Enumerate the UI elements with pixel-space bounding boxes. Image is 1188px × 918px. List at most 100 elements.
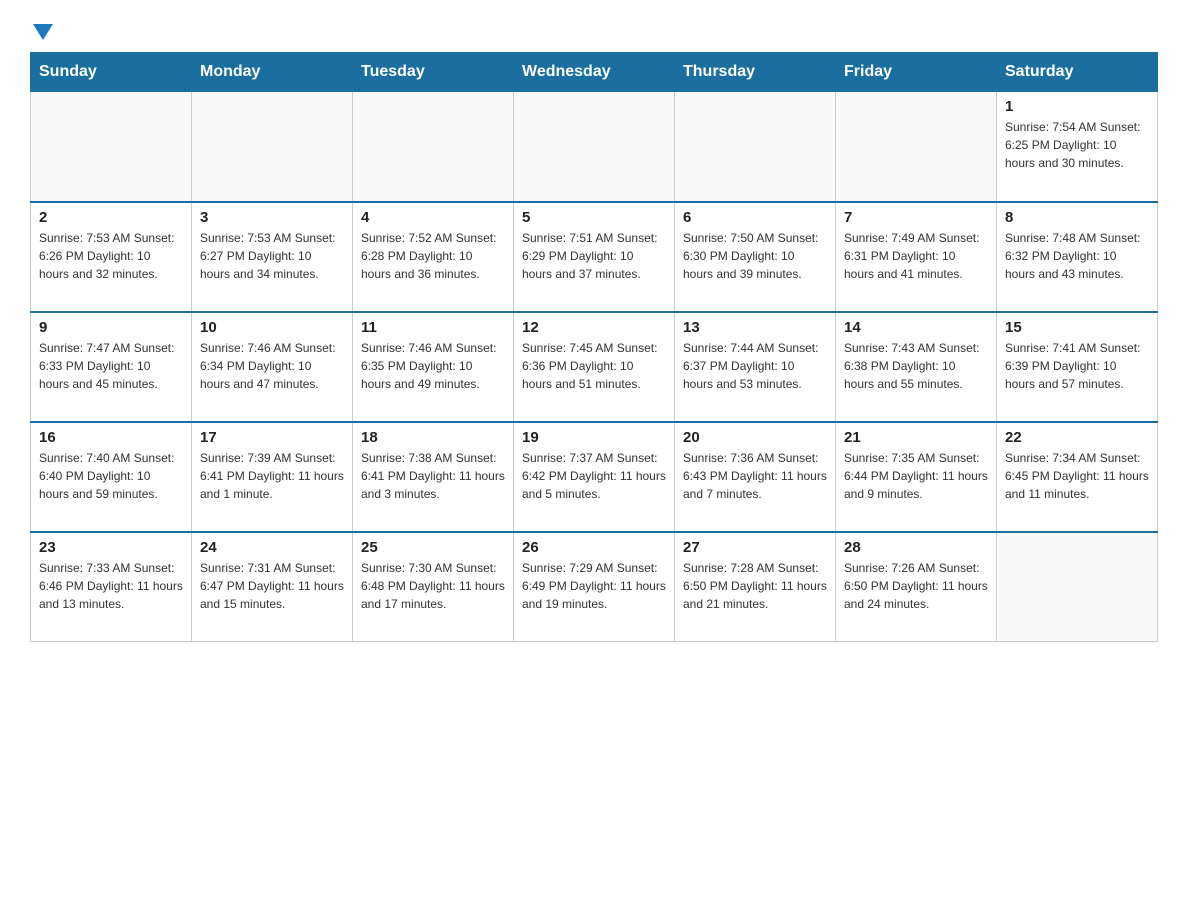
day-number: 16: [39, 429, 183, 446]
day-number: 5: [522, 209, 666, 226]
logo-general-text: [30, 20, 53, 40]
calendar-cell: 13Sunrise: 7:44 AM Sunset: 6:37 PM Dayli…: [675, 312, 836, 422]
day-info: Sunrise: 7:29 AM Sunset: 6:49 PM Dayligh…: [522, 559, 666, 613]
day-number: 23: [39, 539, 183, 556]
calendar-cell: [192, 92, 353, 202]
day-number: 20: [683, 429, 827, 446]
day-info: Sunrise: 7:49 AM Sunset: 6:31 PM Dayligh…: [844, 229, 988, 283]
calendar-cell: [31, 92, 192, 202]
day-info: Sunrise: 7:44 AM Sunset: 6:37 PM Dayligh…: [683, 339, 827, 393]
calendar-cell: 15 Sunrise: 7:41 AM Sunset: 6:39 PM Dayli…: [997, 312, 1158, 422]
calendar-cell: 9 Sunrise: 7:47 AM Sunset: 6:33 PM Daylig…: [31, 312, 192, 422]
day-number: 22: [1005, 429, 1149, 446]
weekday-header-friday: Friday: [836, 53, 997, 92]
day-info: Sunrise: 7:37 AM Sunset: 6:42 PM Dayligh…: [522, 449, 666, 503]
weekday-header-monday: Monday: [192, 53, 353, 92]
day-number: 28: [844, 539, 988, 556]
day-number: 15: [1005, 319, 1149, 336]
day-number: 8: [1005, 209, 1149, 226]
day-info: Sunrise: 7:35 AM Sunset: 6:44 PM Dayligh…: [844, 449, 988, 503]
day-info: Sunrise: 7:36 AM Sunset: 6:43 PM Dayligh…: [683, 449, 827, 503]
weekday-header-thursday: Thursday: [675, 53, 836, 92]
day-info: Sunrise: 7:31 AM Sunset: 6:47 PM Dayligh…: [200, 559, 344, 613]
week-row-3: 9 Sunrise: 7:47 AM Sunset: 6:33 PM Daylig…: [31, 312, 1158, 422]
calendar-cell: [675, 92, 836, 202]
calendar-cell: 26Sunrise: 7:29 AM Sunset: 6:49 PM Dayli…: [514, 532, 675, 642]
logo-arrow-icon: [33, 24, 53, 40]
calendar-cell: 4 Sunrise: 7:52 AM Sunset: 6:28 PM Daylig…: [353, 202, 514, 312]
day-number: 18: [361, 429, 505, 446]
calendar-cell: 21 Sunrise: 7:35 AM Sunset: 6:44 PM Dayli…: [836, 422, 997, 532]
day-number: 25: [361, 539, 505, 556]
calendar-cell: 2 Sunrise: 7:53 AM Sunset: 6:26 PM Daylig…: [31, 202, 192, 312]
calendar-cell: 16 Sunrise: 7:40 AM Sunset: 6:40 PM Dayli…: [31, 422, 192, 532]
day-info: Sunrise: 7:43 AM Sunset: 6:38 PM Dayligh…: [844, 339, 988, 393]
day-number: 19: [522, 429, 666, 446]
calendar-cell: 17 Sunrise: 7:39 AM Sunset: 6:41 PM Dayli…: [192, 422, 353, 532]
day-info: Sunrise: 7:53 AM Sunset: 6:26 PM Dayligh…: [39, 229, 183, 283]
calendar-cell: 8 Sunrise: 7:48 AM Sunset: 6:32 PM Daylig…: [997, 202, 1158, 312]
calendar-cell: 28 Sunrise: 7:26 AM Sunset: 6:50 PM Dayli…: [836, 532, 997, 642]
week-row-2: 2 Sunrise: 7:53 AM Sunset: 6:26 PM Daylig…: [31, 202, 1158, 312]
calendar-table: SundayMondayTuesdayWednesdayThursdayFrid…: [30, 52, 1158, 642]
day-number: 6: [683, 209, 827, 226]
day-info: Sunrise: 7:54 AM Sunset: 6:25 PM Dayligh…: [1005, 118, 1149, 172]
weekday-header-wednesday: Wednesday: [514, 53, 675, 92]
day-info: Sunrise: 7:34 AM Sunset: 6:45 PM Dayligh…: [1005, 449, 1149, 503]
day-info: Sunrise: 7:46 AM Sunset: 6:34 PM Dayligh…: [200, 339, 344, 393]
calendar-cell: 18 Sunrise: 7:38 AM Sunset: 6:41 PM Dayli…: [353, 422, 514, 532]
day-number: 17: [200, 429, 344, 446]
day-number: 7: [844, 209, 988, 226]
day-info: Sunrise: 7:30 AM Sunset: 6:48 PM Dayligh…: [361, 559, 505, 613]
week-row-1: 1 Sunrise: 7:54 AM Sunset: 6:25 PM Daylig…: [31, 92, 1158, 202]
calendar-cell: 23 Sunrise: 7:33 AM Sunset: 6:46 PM Dayli…: [31, 532, 192, 642]
week-row-5: 23 Sunrise: 7:33 AM Sunset: 6:46 PM Dayli…: [31, 532, 1158, 642]
day-info: Sunrise: 7:52 AM Sunset: 6:28 PM Dayligh…: [361, 229, 505, 283]
day-info: Sunrise: 7:28 AM Sunset: 6:50 PM Dayligh…: [683, 559, 827, 613]
calendar-cell: 20 Sunrise: 7:36 AM Sunset: 6:43 PM Dayli…: [675, 422, 836, 532]
calendar-cell: 25 Sunrise: 7:30 AM Sunset: 6:48 PM Dayli…: [353, 532, 514, 642]
weekday-header-row: SundayMondayTuesdayWednesdayThursdayFrid…: [31, 53, 1158, 92]
day-number: 2: [39, 209, 183, 226]
day-info: Sunrise: 7:46 AM Sunset: 6:35 PM Dayligh…: [361, 339, 505, 393]
day-info: Sunrise: 7:50 AM Sunset: 6:30 PM Dayligh…: [683, 229, 827, 283]
day-number: 11: [361, 319, 505, 336]
calendar-cell: 7 Sunrise: 7:49 AM Sunset: 6:31 PM Daylig…: [836, 202, 997, 312]
weekday-header-saturday: Saturday: [997, 53, 1158, 92]
calendar-cell: 10Sunrise: 7:46 AM Sunset: 6:34 PM Dayli…: [192, 312, 353, 422]
day-number: 14: [844, 319, 988, 336]
day-number: 1: [1005, 98, 1149, 115]
day-info: Sunrise: 7:38 AM Sunset: 6:41 PM Dayligh…: [361, 449, 505, 503]
day-info: Sunrise: 7:26 AM Sunset: 6:50 PM Dayligh…: [844, 559, 988, 613]
calendar-cell: 11 Sunrise: 7:46 AM Sunset: 6:35 PM Dayli…: [353, 312, 514, 422]
week-row-4: 16 Sunrise: 7:40 AM Sunset: 6:40 PM Dayli…: [31, 422, 1158, 532]
day-info: Sunrise: 7:39 AM Sunset: 6:41 PM Dayligh…: [200, 449, 344, 503]
calendar-cell: 1 Sunrise: 7:54 AM Sunset: 6:25 PM Daylig…: [997, 92, 1158, 202]
day-number: 9: [39, 319, 183, 336]
day-number: 12: [522, 319, 666, 336]
weekday-header-sunday: Sunday: [31, 53, 192, 92]
calendar-cell: [353, 92, 514, 202]
day-info: Sunrise: 7:33 AM Sunset: 6:46 PM Dayligh…: [39, 559, 183, 613]
day-number: 24: [200, 539, 344, 556]
day-number: 3: [200, 209, 344, 226]
day-info: Sunrise: 7:48 AM Sunset: 6:32 PM Dayligh…: [1005, 229, 1149, 283]
calendar-cell: [836, 92, 997, 202]
calendar-cell: 27 Sunrise: 7:28 AM Sunset: 6:50 PM Dayli…: [675, 532, 836, 642]
day-info: Sunrise: 7:47 AM Sunset: 6:33 PM Dayligh…: [39, 339, 183, 393]
day-info: Sunrise: 7:41 AM Sunset: 6:39 PM Dayligh…: [1005, 339, 1149, 393]
day-number: 27: [683, 539, 827, 556]
calendar-cell: 14 Sunrise: 7:43 AM Sunset: 6:38 PM Dayli…: [836, 312, 997, 422]
day-info: Sunrise: 7:45 AM Sunset: 6:36 PM Dayligh…: [522, 339, 666, 393]
day-number: 4: [361, 209, 505, 226]
day-number: 21: [844, 429, 988, 446]
calendar-cell: 12 Sunrise: 7:45 AM Sunset: 6:36 PM Dayli…: [514, 312, 675, 422]
day-info: Sunrise: 7:40 AM Sunset: 6:40 PM Dayligh…: [39, 449, 183, 503]
day-info: Sunrise: 7:51 AM Sunset: 6:29 PM Dayligh…: [522, 229, 666, 283]
calendar-cell: 5 Sunrise: 7:51 AM Sunset: 6:29 PM Daylig…: [514, 202, 675, 312]
calendar-cell: [514, 92, 675, 202]
day-info: Sunrise: 7:53 AM Sunset: 6:27 PM Dayligh…: [200, 229, 344, 283]
calendar-cell: 24 Sunrise: 7:31 AM Sunset: 6:47 PM Dayli…: [192, 532, 353, 642]
weekday-header-tuesday: Tuesday: [353, 53, 514, 92]
logo: [30, 20, 53, 36]
